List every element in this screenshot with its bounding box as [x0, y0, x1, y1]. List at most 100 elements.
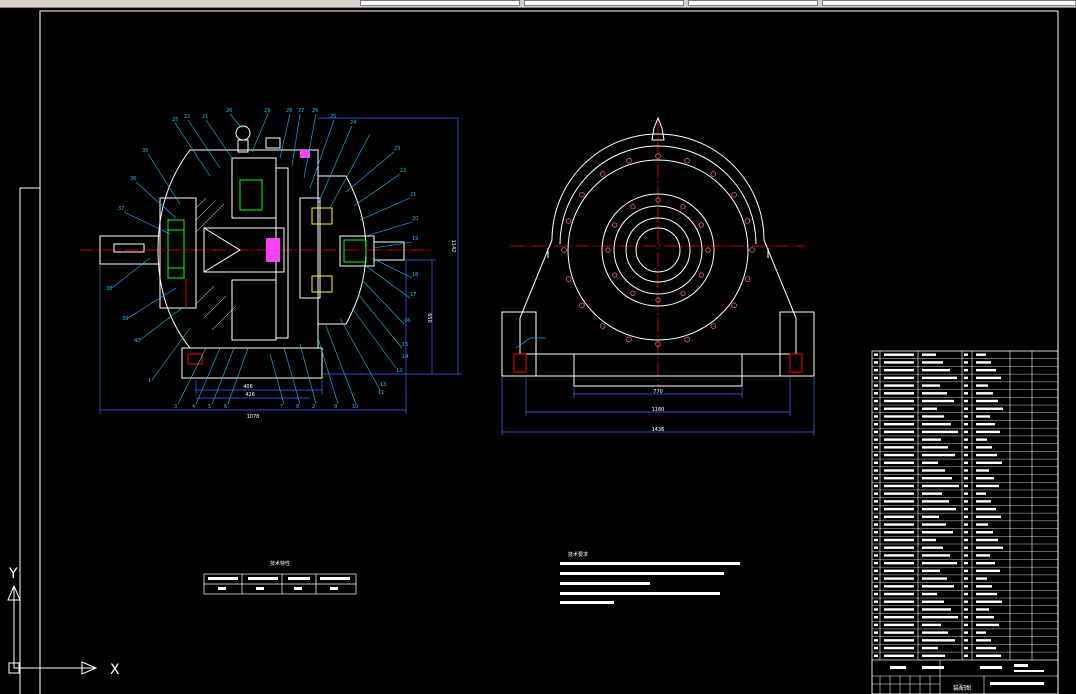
- parts-list-cell: [884, 515, 914, 519]
- parts-list-cell: [884, 392, 914, 395]
- parts-list-cell: [884, 523, 914, 526]
- parts-list-cell: [922, 415, 944, 418]
- parts-list-cell: [922, 430, 958, 434]
- bolt-hole: [749, 247, 755, 253]
- bolt-hole: [565, 276, 572, 282]
- parts-list-cell: [922, 646, 938, 650]
- parts-list-cell: [922, 361, 943, 364]
- output-shaft: [373, 241, 405, 261]
- plotstyle-combo[interactable]: [822, 0, 1076, 6]
- parts-list-cell: [884, 600, 914, 603]
- parts-list-cell: [874, 415, 878, 418]
- tech-spec-table: 技术特性: [203, 560, 357, 595]
- parts-list-cell: [922, 392, 947, 395]
- parts-list-cell: [922, 631, 948, 634]
- parts-list-cell: [964, 608, 968, 611]
- ucs-y-label: Y: [8, 566, 18, 582]
- parts-list-cell: [884, 446, 914, 449]
- parts-list-cell: [922, 453, 955, 457]
- left-cover: [159, 197, 197, 309]
- part-number: 35: [142, 148, 148, 154]
- bolt-hole: [684, 157, 690, 164]
- parts-list-cell: [874, 453, 878, 457]
- parts-list-cell: [976, 523, 988, 526]
- layer-combo[interactable]: [360, 0, 520, 6]
- parts-list-cell: [964, 546, 968, 549]
- parts-list-cell: [976, 407, 1003, 410]
- title-block-label: 装配图: [953, 684, 971, 692]
- tech-table-title: 技术特性: [270, 560, 290, 567]
- parts-list-cell: [884, 585, 914, 588]
- part-number: 9: [334, 404, 337, 410]
- parts-list-cell: [976, 639, 991, 642]
- parts-list-cell: [874, 639, 878, 642]
- parts-list-cell: [964, 600, 968, 603]
- parts-list-cell: [874, 507, 878, 511]
- parts-list-cell: [922, 592, 937, 596]
- parts-list-cell: [884, 430, 914, 434]
- parts-list-cell: [884, 415, 914, 418]
- parts-list-cell: [976, 453, 997, 457]
- part-number: 39: [122, 316, 128, 322]
- dim-650: 650: [426, 313, 432, 323]
- parts-list-cell: [874, 554, 878, 557]
- parts-list-cell: [884, 631, 914, 634]
- parts-list-cell: [874, 615, 878, 619]
- parts-list-cell: [976, 615, 994, 619]
- parts-list-cell: [922, 492, 942, 495]
- parts-list-cell: [884, 477, 914, 480]
- dim-1436: 1436: [652, 427, 665, 433]
- drawing-canvas[interactable]: 406 426 1078 1142 650 25 22 21 20 29 28 …: [0, 8, 1076, 694]
- end-view: 770 1160 1436: [501, 116, 815, 436]
- parts-list-cell: [976, 422, 995, 426]
- parts-list-cell: [976, 561, 995, 565]
- parts-list-cell: [922, 569, 940, 573]
- bolt-hole: [710, 171, 717, 177]
- parts-list-cell: [884, 384, 914, 387]
- parts-list-cell: [874, 407, 878, 410]
- parts-list-cell: [964, 577, 968, 580]
- bolt-hole: [626, 157, 632, 164]
- parts-list-cell: [964, 446, 968, 449]
- parts-list-cell: [922, 353, 936, 356]
- parts-list-cell: [976, 592, 997, 596]
- planet-lower: [231, 279, 277, 341]
- bolt-hole: [612, 272, 618, 278]
- parts-list-cell: [874, 515, 878, 519]
- part-number: 40: [134, 338, 140, 344]
- parts-list-cell: [922, 407, 937, 410]
- parts-list-cell: [976, 531, 993, 534]
- parts-list-cell: [884, 361, 914, 364]
- parts-list-cell: [874, 561, 878, 565]
- dim-1160: 1160: [652, 407, 665, 413]
- parts-list-cell: [874, 484, 878, 488]
- parts-list-cell: [874, 399, 878, 403]
- parts-list-cell: [874, 384, 878, 387]
- parts-list-cell: [874, 538, 878, 542]
- part-number: 21: [202, 114, 208, 120]
- parts-list-cell: [922, 531, 953, 534]
- parts-list-cell: [874, 422, 878, 426]
- bolt-hole: [705, 247, 711, 253]
- bolt-hole: [698, 222, 704, 228]
- dim-1078: 1078: [247, 414, 260, 420]
- lineweight-combo[interactable]: [688, 0, 818, 6]
- parts-list-cell: [884, 654, 914, 657]
- technical-notes: 技术要求: [560, 551, 740, 604]
- base: [181, 347, 323, 379]
- parts-list-cell: [884, 639, 914, 642]
- parts-list-cell: [976, 415, 990, 418]
- parts-list-cell: [884, 569, 914, 573]
- part-number: 10: [352, 404, 358, 410]
- parts-list-cell: [874, 376, 878, 380]
- notes-title: 技术要求: [568, 551, 588, 558]
- parts-list-cell: [874, 631, 878, 634]
- parts-list-cell: [874, 477, 878, 480]
- linetype-combo[interactable]: [524, 0, 684, 6]
- toolbar-strip: [0, 0, 1076, 8]
- parts-list-cell: [964, 469, 968, 472]
- parts-list-cell: [976, 631, 986, 634]
- dim-426: 426: [245, 392, 255, 398]
- parts-list-cell: [874, 438, 878, 441]
- parts-list-cell: [884, 407, 914, 410]
